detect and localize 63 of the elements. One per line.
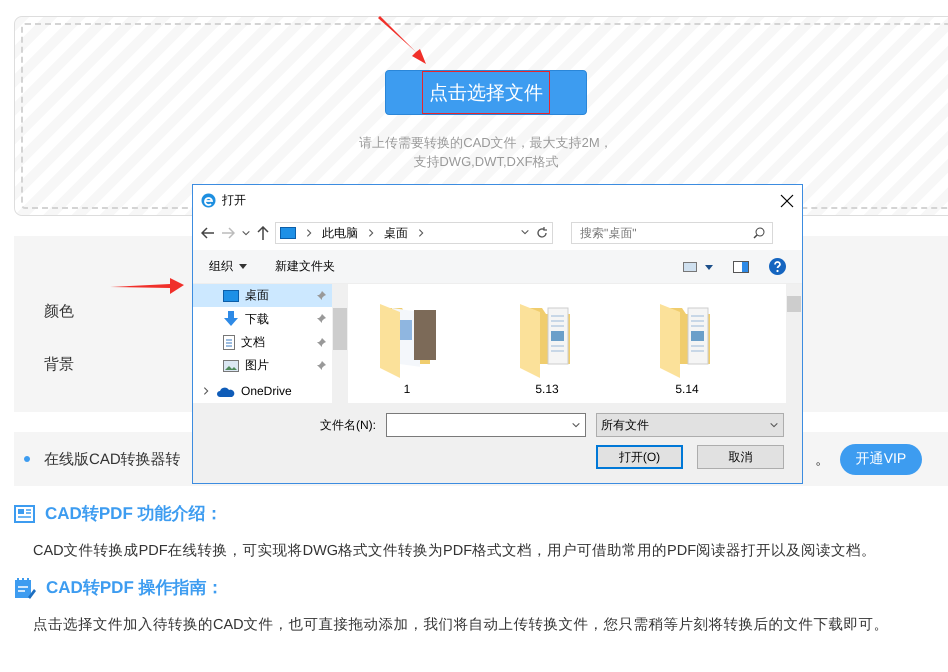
caret-icon [239,264,247,269]
address-bar[interactable]: 此电脑 桌面 [275,222,553,244]
preview-pane-icon[interactable] [733,260,749,272]
notice-text: 。 [815,450,830,468]
pin-icon[interactable] [316,360,326,371]
file-type-dropdown[interactable]: 所有文件 [596,413,784,437]
chevron-icon [520,227,530,237]
file-name: 5.14 [675,382,699,396]
refresh-icon[interactable] [536,227,548,239]
dialog-button[interactable]: 取消 [697,445,784,469]
bullet-icon [24,456,30,462]
dialog-button[interactable]: 打开(O) [596,445,683,469]
scrollbar[interactable] [786,284,802,403]
nav-item[interactable]: 图片 [193,354,332,378]
toolbar-button[interactable]: 组织 [209,258,247,275]
download-icon [223,311,239,328]
monitor-icon [223,290,239,302]
section-title: CAD转PDF 操作指南： [46,577,224,599]
chevron-icon [416,228,426,238]
setting-label: 背景 [44,355,74,374]
nav-item[interactable]: OneDrive [193,380,332,404]
chevron-icon [201,386,211,396]
newspaper-icon [14,504,35,522]
chevron-icon [241,228,251,238]
help-icon[interactable] [769,258,786,275]
dialog-title: 打开 [222,192,246,209]
section-title: CAD转PDF 功能介绍： [45,503,223,525]
annotation-arrow [376,16,428,66]
section-text: CAD文件转换成PDF在线转换，可实现将DWG格式文件转换为PDF格式文档，用户可借助常用的PDF阅读器打开以及阅读文档。 [33,542,878,560]
section-text: 点击选择文件加入待转换的CAD文件，也可直接拖动添加，我们将自动上传转换文件，您只需稍等片刻将转换后的文件下载即可。 [33,616,890,634]
filename-field[interactable] [386,413,586,437]
history-dropdown[interactable] [241,228,251,238]
chevron-icon [769,420,779,430]
upload-hint: 请上传需要转换的CAD文件，最大支持2M， [359,134,613,152]
breadcrumb[interactable]: 此电脑 [322,224,358,242]
pin-icon[interactable] [316,314,326,324]
monitor-icon [280,227,296,239]
scrollbar[interactable] [332,284,348,403]
file-name: 1 [404,382,410,396]
setting-label: 颜色 [44,302,74,321]
chevron-icon [304,228,314,238]
browser-icon [201,193,216,208]
upload-hint: 支持DWG,DWT,DXF格式 [412,153,560,171]
search-field[interactable]: 搜索"桌面" [571,222,773,244]
image-icon [223,360,239,372]
pin-icon[interactable] [316,338,326,348]
notepad-pen-icon [14,576,36,598]
field-label: 文件名(N): [320,416,376,434]
back-icon[interactable] [201,227,215,239]
toolbar-button[interactable]: 新建文件夹 [275,258,335,275]
nav-item[interactable]: 文档 [193,330,332,354]
chevron-icon [366,228,376,238]
breadcrumb[interactable]: 桌面 [384,224,408,242]
document-icon [223,335,235,350]
chevron-icon [571,420,581,430]
view-icon[interactable] [683,262,713,272]
up-icon[interactable] [257,226,269,240]
nav-item[interactable]: 桌面 [193,284,332,308]
nav-item[interactable]: 下载 [193,307,332,331]
notice-text: 在线版CAD转换器转 [44,450,181,468]
file-name: 5.13 [535,382,559,396]
cloud-icon [217,386,235,397]
close-icon[interactable] [780,194,794,208]
